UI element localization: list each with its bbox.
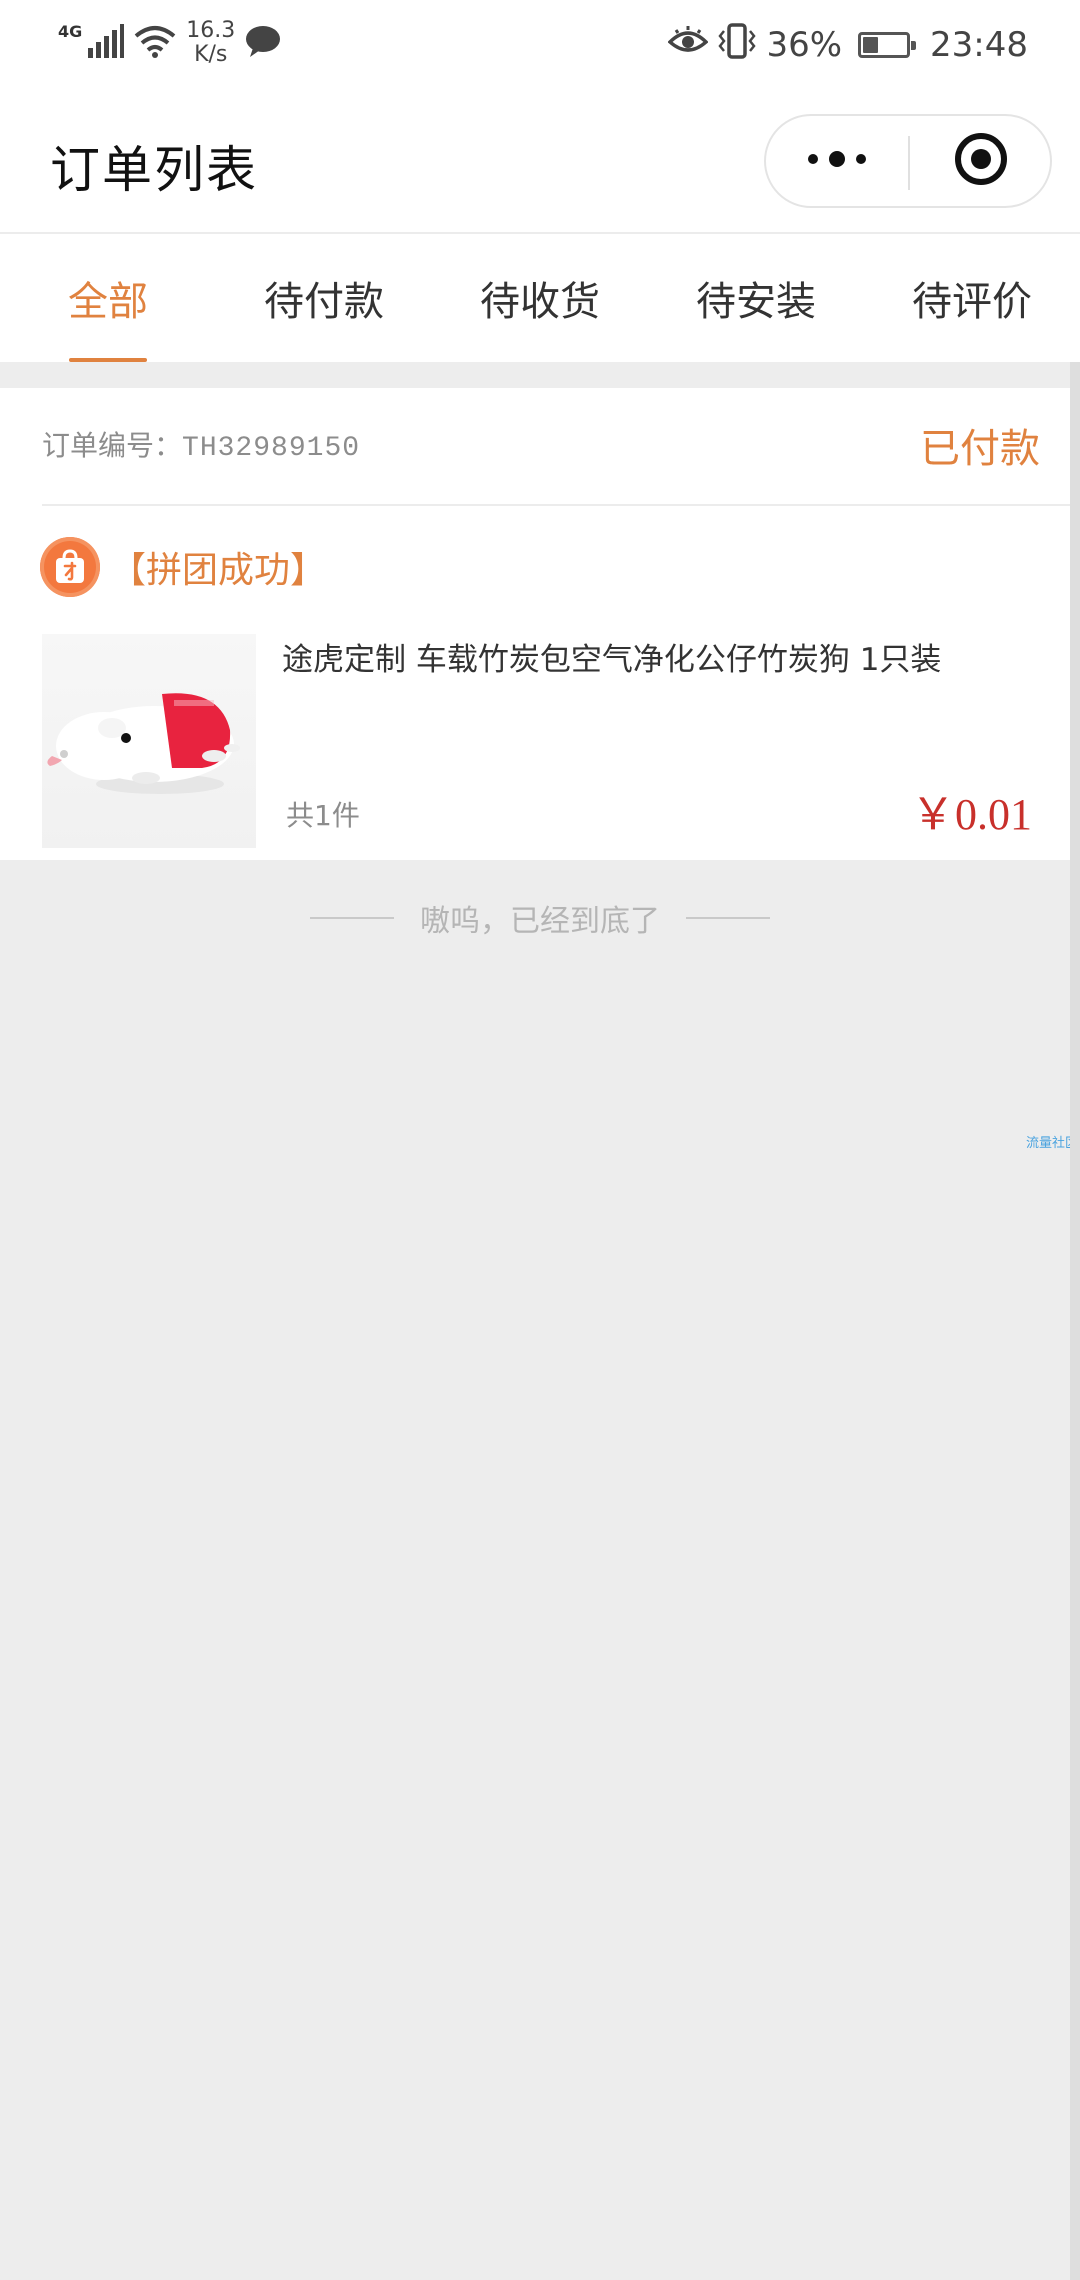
group-buy-row: 【拼团成功】	[40, 536, 326, 598]
tab-pending-payment[interactable]: 待付款	[216, 234, 432, 362]
tab-label: 待付款	[264, 279, 384, 325]
battery-level	[863, 37, 879, 53]
order-number-value: TH32989150	[182, 433, 361, 464]
product-name[interactable]: 途虎定制 车载竹炭包空气净化公仔竹炭狗 1只装	[282, 638, 1042, 682]
tab-all[interactable]: 全部	[0, 234, 216, 362]
order-card[interactable]: 订单编号：TH32989150 已付款 【拼团成功】 途虎定制 车载竹炭包空气净…	[0, 388, 1080, 860]
close-button[interactable]	[910, 116, 1052, 206]
more-dots-icon	[805, 149, 869, 173]
clock: 23:48	[930, 25, 1028, 65]
product-quantity: 共1件	[286, 799, 360, 832]
end-of-list: 嗷呜，已经到底了	[0, 888, 1080, 948]
status-bar: 4G 16.3 K/s 36% 23:48	[0, 0, 1080, 90]
mini-program-capsule	[764, 114, 1052, 208]
speed-unit: K/s	[194, 42, 228, 67]
chat-bubble-icon	[245, 24, 281, 62]
divider-line	[686, 917, 770, 919]
tab-label: 待收货	[480, 279, 600, 325]
vibrate-icon	[718, 22, 757, 68]
wifi-icon	[134, 24, 176, 62]
tab-label: 待安装	[696, 279, 816, 325]
product-price: ￥0.01	[911, 790, 1032, 839]
page-title: 订单列表	[50, 141, 258, 199]
more-button[interactable]	[766, 116, 908, 206]
network-type: 4G	[58, 22, 83, 41]
eye-comfort-icon	[667, 25, 709, 65]
order-tabs: 全部 待付款 待收货 待安装 待评价	[0, 234, 1080, 362]
active-tab-indicator	[69, 358, 147, 362]
status-right: 36% 23:48	[667, 20, 1028, 70]
divider-line	[310, 917, 394, 919]
tab-pending-installation[interactable]: 待安装	[648, 234, 864, 362]
shopping-bag-icon	[40, 537, 100, 597]
tab-pending-review[interactable]: 待评价	[864, 234, 1080, 362]
title-bar: 订单列表	[0, 90, 1080, 234]
battery-icon	[858, 32, 917, 58]
tab-label: 待评价	[912, 279, 1032, 325]
order-number-label: 订单编号：	[42, 429, 183, 462]
status-left: 4G 16.3 K/s	[58, 18, 281, 68]
product-image[interactable]	[42, 634, 256, 848]
scrollbar[interactable]	[1070, 362, 1080, 2280]
tab-label: 全部	[68, 279, 148, 325]
group-buy-status: 【拼团成功】	[110, 550, 327, 591]
signal-icon	[88, 24, 125, 62]
order-header: 订单编号：TH32989150 已付款	[42, 388, 1080, 506]
end-of-list-text: 嗷呜，已经到底了	[420, 904, 660, 939]
order-number: 订单编号：TH32989150	[42, 424, 360, 464]
order-status: 已付款	[920, 426, 1040, 472]
network-speed: 16.3 K/s	[186, 19, 235, 67]
tab-pending-receipt[interactable]: 待收货	[432, 234, 648, 362]
speed-value: 16.3	[186, 18, 236, 43]
close-target-icon	[953, 131, 1009, 191]
battery-percent: 36%	[766, 25, 843, 65]
